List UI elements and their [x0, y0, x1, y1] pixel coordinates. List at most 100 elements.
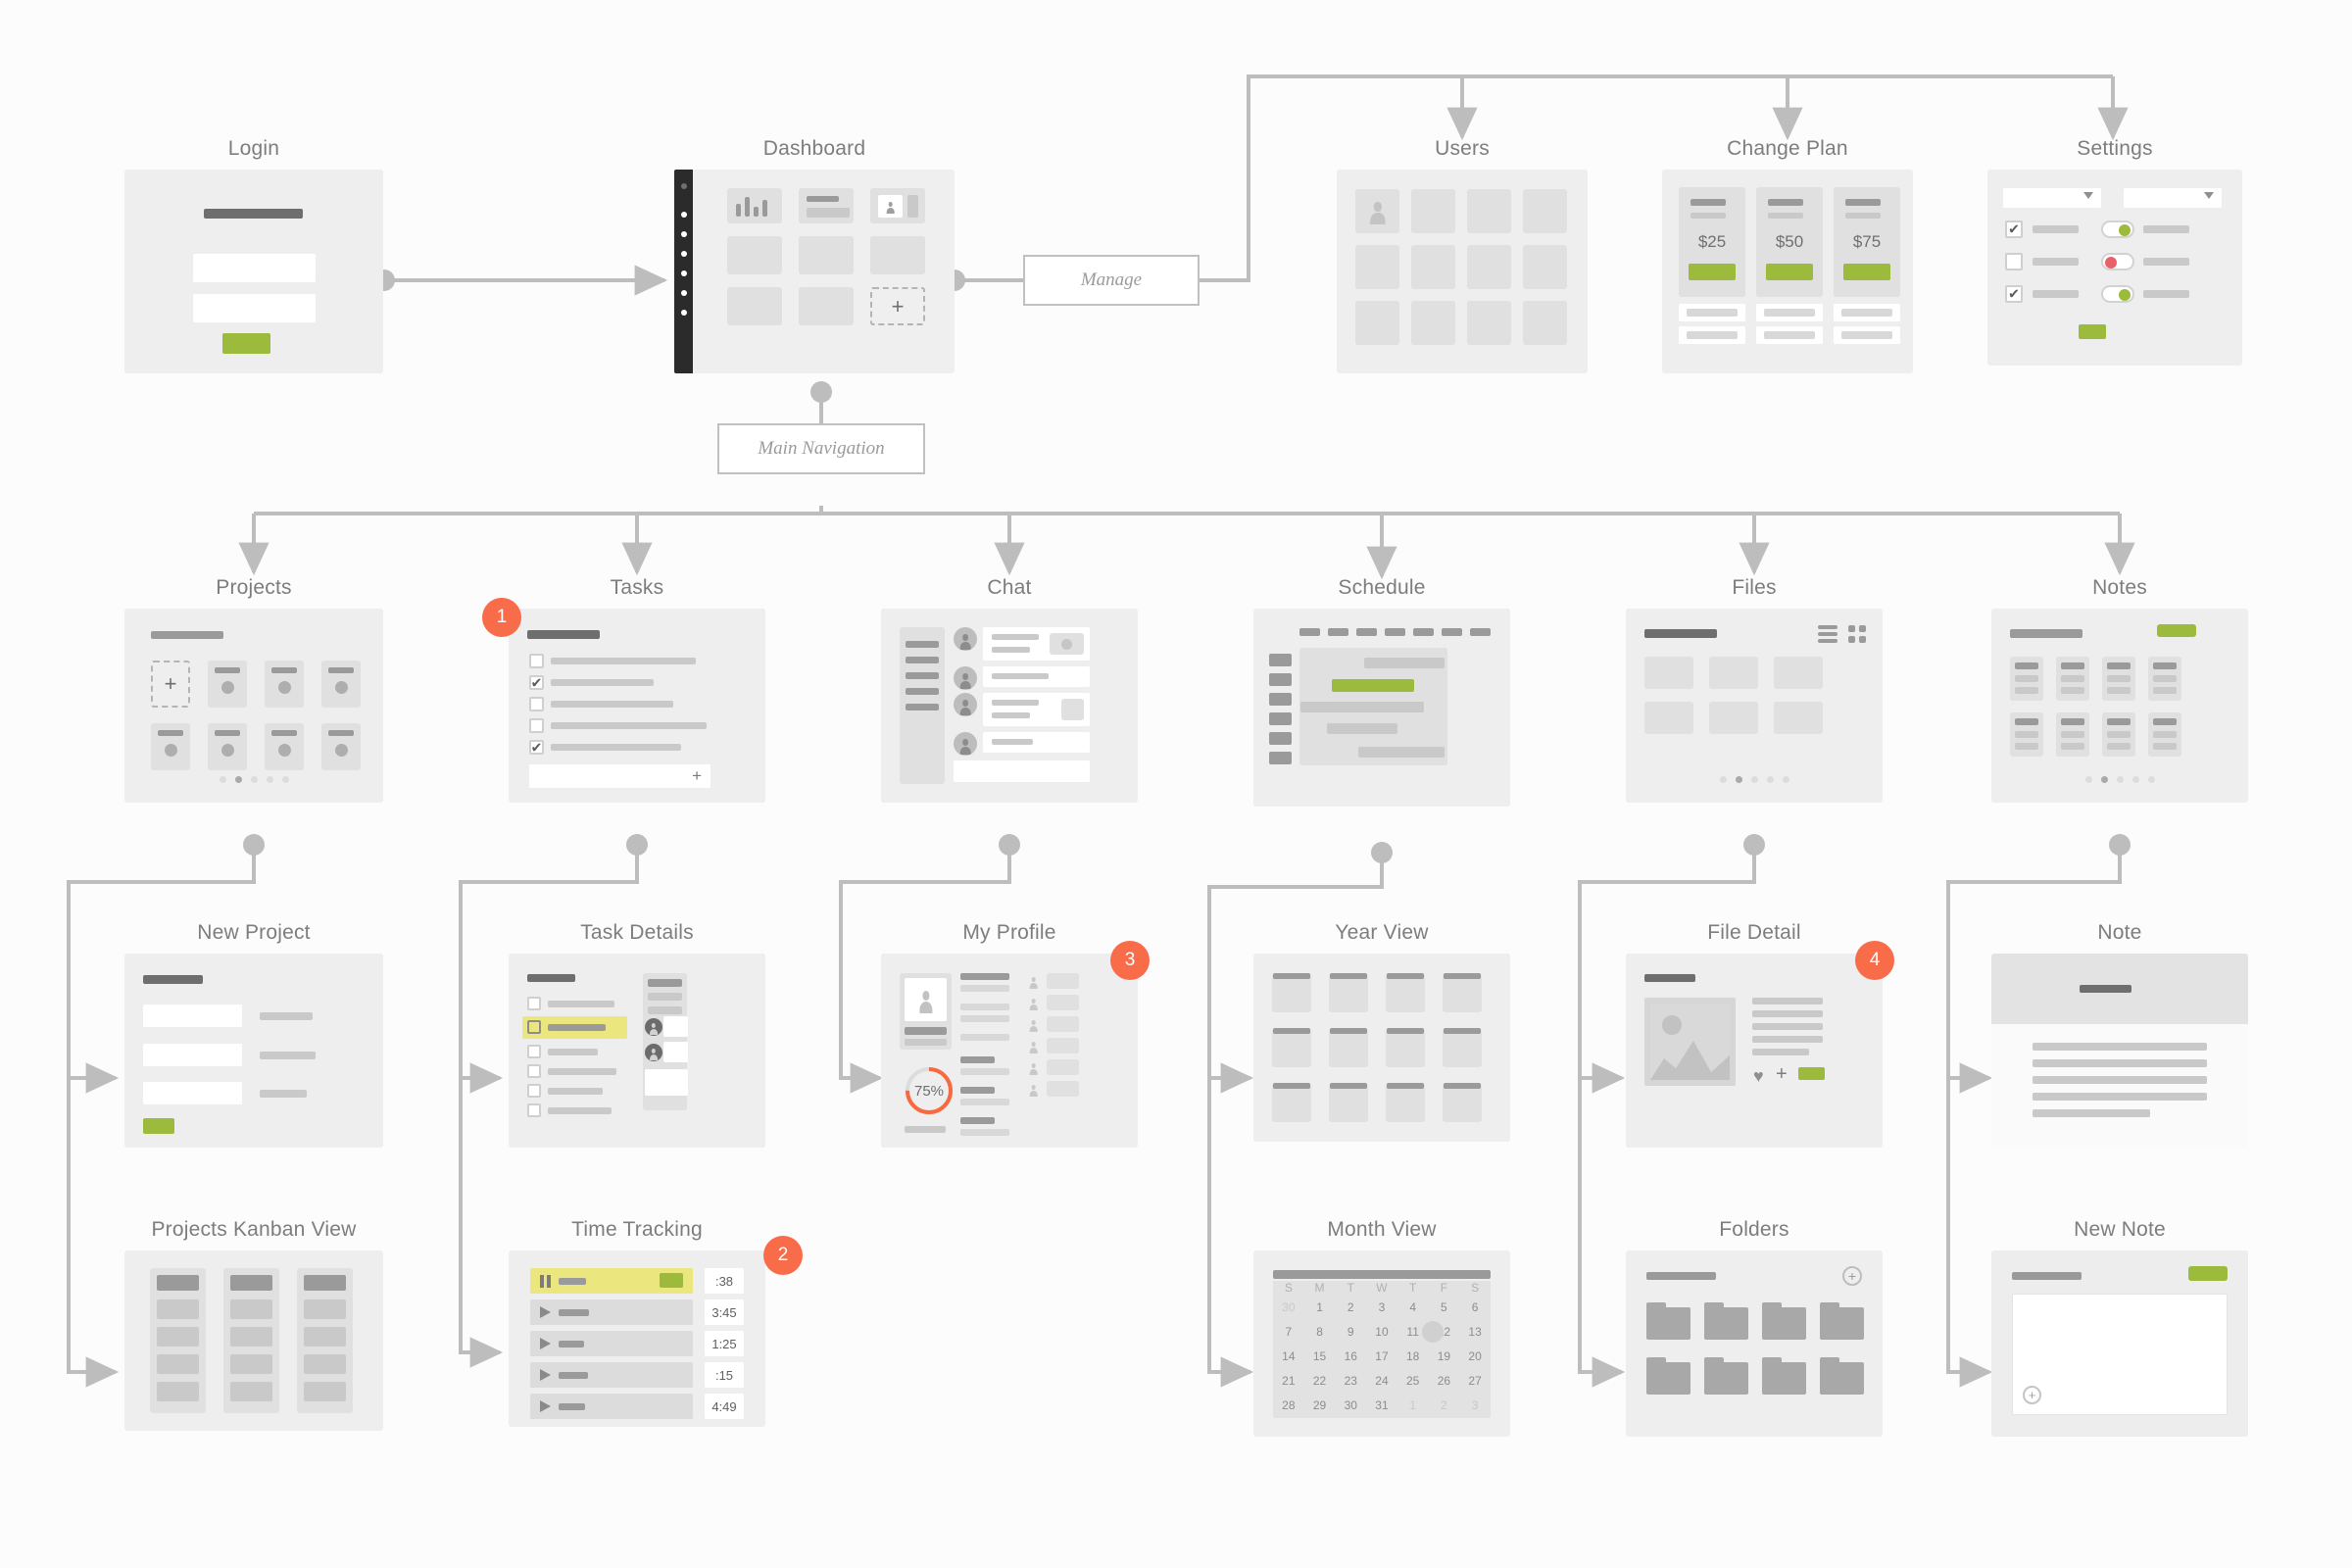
user-avatar-tile[interactable]	[1411, 301, 1455, 345]
new-project-create-button[interactable]	[143, 1118, 174, 1134]
settings-toggle-2[interactable]	[2101, 253, 2134, 270]
node-schedule[interactable]: Schedule	[1253, 576, 1510, 807]
heart-icon[interactable]: ♥	[1753, 1067, 1764, 1085]
year-month-tile[interactable]	[1443, 1028, 1482, 1067]
profile-contact-row[interactable]	[1025, 995, 1079, 1010]
node-dashboard[interactable]: Dashboard +	[674, 137, 955, 373]
dashboard-tile-5[interactable]	[799, 236, 854, 274]
file-tile[interactable]	[1709, 702, 1758, 734]
settings-toggle-3[interactable]	[2101, 285, 2134, 303]
note-card[interactable]	[2148, 712, 2181, 757]
file-preview-image[interactable]	[1644, 998, 1736, 1086]
plus-icon[interactable]: +	[1776, 1064, 1788, 1084]
file-share-button[interactable]	[1798, 1067, 1825, 1080]
node-tasks[interactable]: Tasks +	[509, 576, 765, 803]
list-view-icon[interactable]	[1818, 625, 1838, 643]
year-month-tile[interactable]	[1329, 973, 1368, 1012]
chat-message[interactable]	[983, 732, 1090, 753]
day-cell[interactable]: 10	[1366, 1319, 1397, 1344]
profile-contact-row[interactable]	[1025, 1038, 1079, 1054]
year-month-tile[interactable]	[1386, 1028, 1425, 1067]
chat-avatar[interactable]	[954, 693, 977, 716]
dashboard-tile-text[interactable]	[799, 188, 854, 223]
month-grid[interactable]: S M T W T F S 30 1 2 3 4 5 6 7 8 9 10 11…	[1273, 1281, 1491, 1418]
day-cell[interactable]: 22	[1304, 1369, 1336, 1394]
node-projects-kanban[interactable]: Projects Kanban View	[124, 1218, 383, 1431]
day-cell[interactable]: 28	[1273, 1394, 1304, 1418]
projects-kanban-screen[interactable]	[124, 1250, 383, 1431]
task-detail-checkbox[interactable]	[527, 1103, 541, 1117]
notes-pagination[interactable]	[1991, 776, 2248, 783]
year-month-tile[interactable]	[1329, 1028, 1368, 1067]
task-assignee-avatar[interactable]	[645, 1044, 662, 1061]
grid-view-icon[interactable]	[1848, 625, 1866, 643]
day-cell[interactable]: 30	[1273, 1295, 1304, 1319]
pager-dot[interactable]	[2132, 776, 2139, 783]
project-card[interactable]	[321, 723, 361, 770]
file-tile[interactable]	[1774, 702, 1823, 734]
folder-icon[interactable]	[1820, 1298, 1864, 1341]
pager-dot[interactable]	[1735, 776, 1742, 783]
play-icon[interactable]	[540, 1369, 551, 1381]
login-screen[interactable]	[124, 170, 383, 373]
files-pagination[interactable]	[1626, 776, 1883, 783]
dashboard-add-tile-button[interactable]: +	[870, 287, 925, 325]
day-cell[interactable]: 19	[1429, 1344, 1460, 1368]
task-assignee-name[interactable]	[663, 1016, 688, 1037]
sidebar-dot-0[interactable]	[680, 183, 687, 189]
node-change-plan[interactable]: Change Plan $25 $50 $75	[1662, 137, 1913, 373]
day-cell[interactable]: 18	[1397, 1344, 1429, 1368]
time-row-active[interactable]: :38	[530, 1268, 744, 1294]
task-detail-checkbox[interactable]	[527, 997, 541, 1010]
pause-icon[interactable]	[540, 1275, 551, 1288]
node-file-detail[interactable]: File Detail 4 ♥ +	[1626, 921, 1894, 1148]
node-login[interactable]: Login	[124, 137, 383, 373]
note-card[interactable]	[2056, 712, 2089, 757]
settings-toggle-1[interactable]	[2101, 220, 2134, 238]
day-cell[interactable]: 1	[1397, 1394, 1429, 1418]
day-cell[interactable]: 1	[1304, 1295, 1336, 1319]
profile-contact-row[interactable]	[1025, 1059, 1079, 1075]
user-avatar-tile[interactable]	[1523, 189, 1567, 233]
plan-card[interactable]: $25	[1679, 187, 1745, 344]
day-cell[interactable]: 3	[1459, 1394, 1491, 1418]
projects-screen[interactable]: +	[124, 609, 383, 803]
node-files[interactable]: Files	[1626, 576, 1883, 803]
pager-dot[interactable]	[2100, 776, 2108, 783]
notes-new-button[interactable]	[2157, 624, 2196, 637]
day-cell[interactable]: 11	[1397, 1319, 1429, 1344]
plan-card[interactable]: $50	[1756, 187, 1823, 344]
new-project-field-3[interactable]	[143, 1082, 242, 1104]
time-row[interactable]: 3:45	[530, 1299, 744, 1325]
day-cell[interactable]: 7	[1273, 1319, 1304, 1344]
plan-select-button[interactable]	[1843, 264, 1890, 280]
change-plan-screen[interactable]: $25 $50 $75	[1662, 170, 1913, 373]
pager-dot[interactable]	[2147, 776, 2155, 783]
sidebar-dot-2[interactable]	[680, 231, 687, 237]
play-icon[interactable]	[540, 1400, 551, 1412]
pager-dot[interactable]	[281, 776, 289, 783]
file-tile[interactable]	[1644, 657, 1693, 689]
new-note-title-field[interactable]	[2012, 1272, 2082, 1280]
day-cell[interactable]: 15	[1304, 1344, 1336, 1368]
schedule-screen[interactable]	[1253, 609, 1510, 807]
settings-select-right[interactable]	[2124, 188, 2222, 208]
plan-select-button[interactable]	[1766, 264, 1813, 280]
dashboard-tile-profile[interactable]	[870, 188, 925, 223]
day-cell[interactable]: 25	[1397, 1369, 1429, 1394]
file-detail-screen[interactable]: ♥ +	[1626, 954, 1883, 1148]
connector-label-manage[interactable]: Manage	[1023, 255, 1200, 306]
task-details-screen[interactable]	[509, 954, 765, 1148]
user-avatar-tile[interactable]	[1355, 301, 1399, 345]
day-cell[interactable]: 29	[1304, 1394, 1336, 1418]
node-projects[interactable]: Projects 1 +	[124, 576, 521, 803]
note-card[interactable]	[2148, 657, 2181, 701]
folder-icon[interactable]	[1646, 1353, 1690, 1396]
chat-message[interactable]	[983, 693, 1090, 726]
sidebar-dot-1[interactable]	[680, 212, 687, 218]
tasks-new-task-input[interactable]: +	[529, 764, 710, 788]
task-detail-row-highlighted[interactable]	[522, 1016, 627, 1039]
file-tile[interactable]	[1644, 702, 1693, 734]
day-cell[interactable]: 8	[1304, 1319, 1336, 1344]
project-card[interactable]	[265, 661, 304, 708]
